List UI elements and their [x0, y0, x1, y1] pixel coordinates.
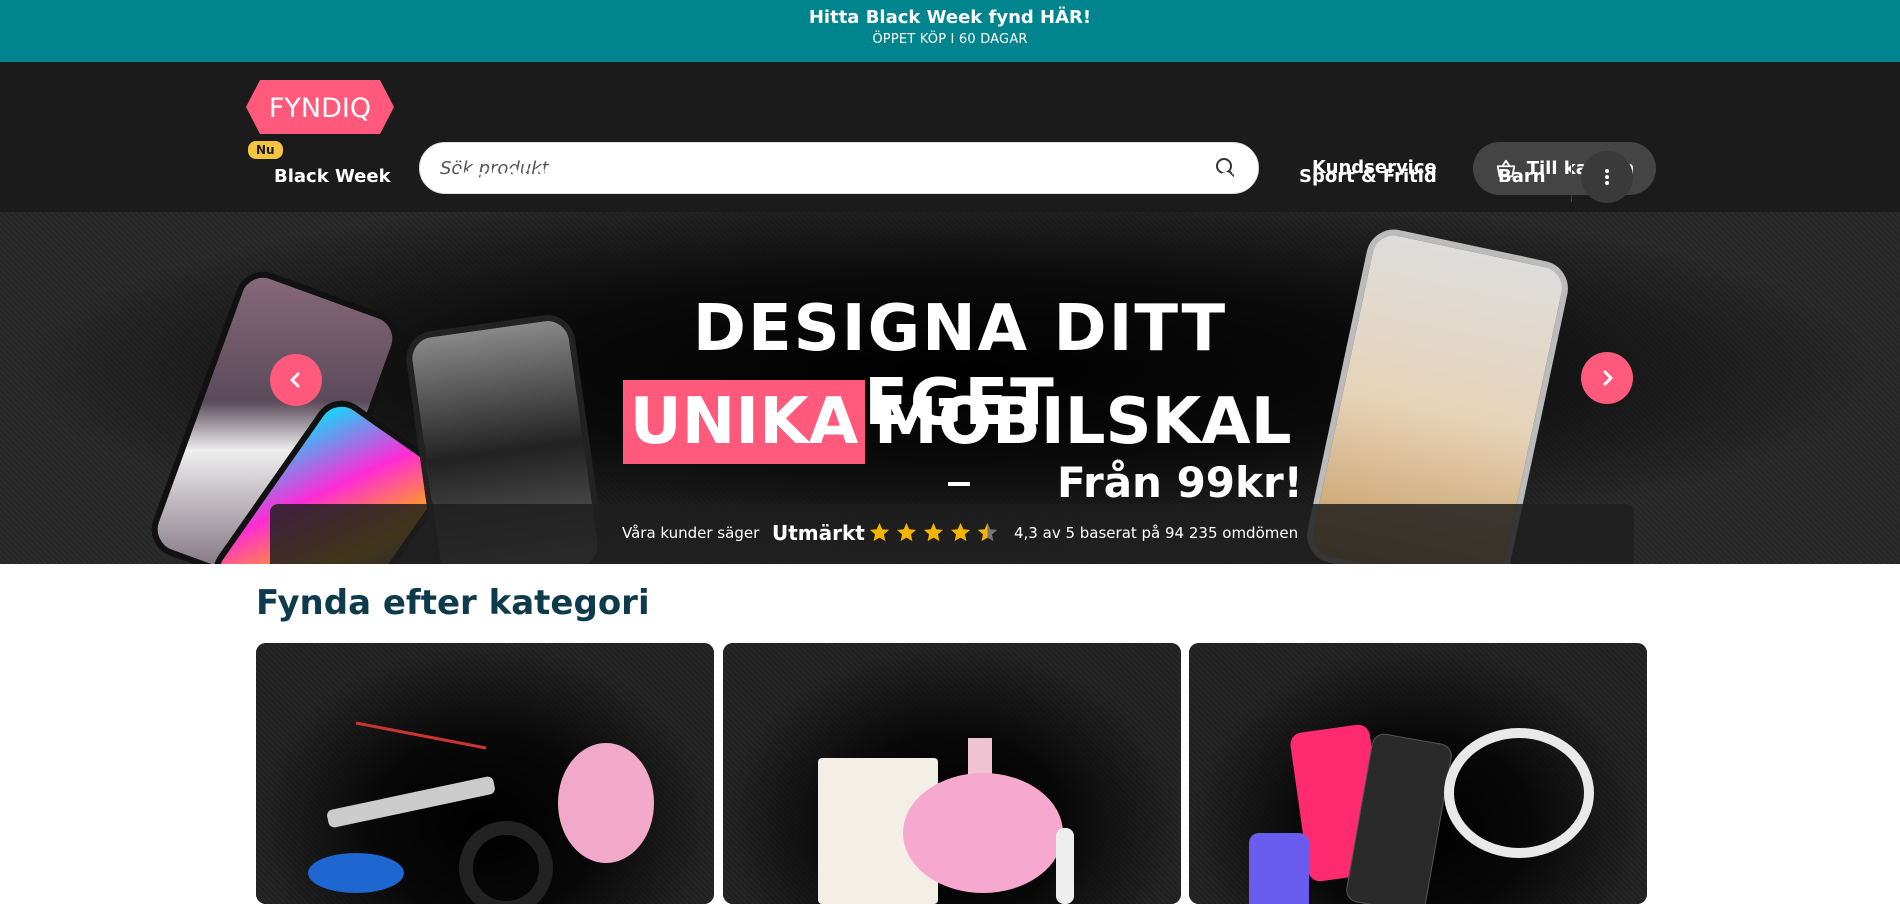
nav-item-barn[interactable]: Barn	[1498, 166, 1546, 187]
promo-title[interactable]: Hitta Black Week fynd HÄR!	[0, 7, 1900, 28]
hero-highlight: UNIKA	[623, 380, 865, 464]
toys-illustration	[308, 721, 654, 904]
chevron-left-icon	[290, 372, 300, 388]
trust-intro: Våra kunder säger	[622, 524, 760, 542]
section-title: Fynda efter kategori	[256, 583, 650, 623]
promo-banner[interactable]: Hitta Black Week fynd HÄR! ÖPPET KÖP I 6…	[0, 0, 1900, 62]
carousel-prev-button[interactable]	[270, 354, 322, 406]
category-card-mobile-accessories[interactable]	[1189, 643, 1647, 904]
hero-price: Från 99kr!	[1057, 458, 1303, 507]
carousel-next-button[interactable]	[1581, 352, 1633, 404]
star-icon	[950, 522, 971, 542]
hero-dash	[948, 482, 970, 486]
mobile-illustration	[1249, 724, 1594, 904]
nav-item-mode-accessoarer[interactable]: Mode & Accessoarer	[813, 166, 1020, 187]
star-icon	[869, 522, 890, 542]
nav-item-halsa-skonhet[interactable]: Hälsa & Skönhet	[1073, 166, 1241, 187]
rating-stars	[868, 521, 999, 544]
trust-bar[interactable]: Våra kunder säger Utmärkt 4,3 av 5 baser…	[270, 504, 1634, 564]
nav-item-mobiltillbehor[interactable]: Mobiltillbehör	[457, 166, 599, 187]
star-half-icon	[977, 522, 998, 542]
star-icon	[896, 522, 917, 542]
fyndiq-logo[interactable]: FYNDIQ	[246, 80, 394, 134]
trust-rating-text: 4,3 av 5 baserat på 94 235 omdömen	[1014, 524, 1299, 542]
nav-item-black-week[interactable]: Black Week	[274, 166, 391, 187]
beauty-illustration	[818, 738, 1074, 904]
more-vertical-icon	[1605, 169, 1609, 185]
nav-more-button[interactable]	[1581, 151, 1633, 203]
category-card-beauty[interactable]	[723, 643, 1181, 904]
star-icon	[923, 522, 944, 542]
trust-rating-word: Utmärkt	[772, 521, 865, 545]
nav-item-hemmet[interactable]: Hemmet	[659, 166, 745, 187]
promo-subtitle: ÖPPET KÖP I 60 DAGAR	[872, 32, 1028, 47]
logo-text: FYNDIQ	[269, 93, 371, 124]
hero-subheadline: MOBILSKAL	[874, 385, 1292, 459]
nav-divider	[1571, 152, 1572, 202]
nav-item-sport-fritid[interactable]: Sport & Fritid	[1299, 166, 1437, 187]
new-badge: Nu	[248, 141, 283, 159]
category-card-toys[interactable]	[256, 643, 714, 904]
chevron-right-icon	[1603, 370, 1613, 386]
